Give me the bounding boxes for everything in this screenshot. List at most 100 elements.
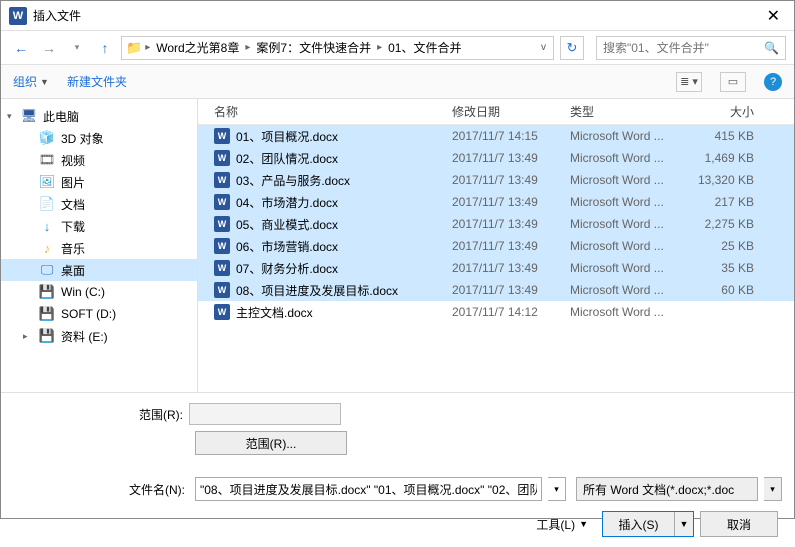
file-date: 2017/11/7 13:49 (452, 195, 570, 209)
sidebar-item-videos[interactable]: 🎞视频 (1, 149, 197, 171)
search-input[interactable] (603, 41, 764, 55)
file-row[interactable]: W主控文档.docx2017/11/7 14:12Microsoft Word … (198, 301, 794, 323)
newfolder-button[interactable]: 新建文件夹 (67, 73, 127, 90)
file-size: 2,275 KB (686, 217, 766, 231)
word-doc-icon: W (214, 282, 230, 298)
close-icon[interactable]: ✕ (761, 6, 786, 26)
sidebar-item-3d-objects[interactable]: 🧊3D 对象 (1, 127, 197, 149)
chevron-right-icon[interactable]: ▸ (244, 42, 251, 53)
filter-dropdown-icon[interactable]: ▾ (764, 477, 782, 501)
file-name: 03、产品与服务.docx (236, 172, 350, 189)
download-icon: ↓ (39, 218, 55, 234)
file-name: 08、项目进度及发展目标.docx (236, 282, 398, 299)
file-name: 04、市场潜力.docx (236, 194, 338, 211)
word-doc-icon: W (214, 216, 230, 232)
help-button[interactable]: ? (764, 73, 782, 91)
chevron-down-icon: ▼ (40, 77, 49, 87)
window-title: 插入文件 (33, 7, 761, 24)
file-name: 05、商业模式.docx (236, 216, 338, 233)
sidebar-item-drive-c[interactable]: 💾Win (C:) (1, 281, 197, 303)
file-size: 25 KB (686, 239, 766, 253)
desktop-icon: 🖵 (39, 262, 55, 278)
file-list[interactable]: W01、项目概况.docx2017/11/7 14:15Microsoft Wo… (198, 125, 794, 392)
organize-menu[interactable]: 组织▼ (13, 73, 49, 90)
refresh-button[interactable]: ↻ (560, 36, 584, 60)
column-header-type[interactable]: 类型 (570, 103, 686, 120)
preview-pane-button[interactable]: ▭ (720, 72, 746, 92)
file-type: Microsoft Word ... (570, 217, 686, 231)
sidebar-item-music[interactable]: ♪音乐 (1, 237, 197, 259)
file-row[interactable]: W 01、项目概况.docx 2017/11/7 14:15Microsoft Wo… (198, 125, 794, 147)
filename-label: 文件名(N): (13, 481, 189, 498)
column-header-size[interactable]: 大小 (686, 103, 766, 120)
address-bar[interactable]: 📁 ▸ Word之光第8章 ▸ 案例7：文件快速合并 ▸ 01、文件合并 v (121, 36, 554, 60)
file-type: Microsoft Word ... (570, 305, 686, 319)
navigation-sidebar: ▾🖥此电脑 🧊3D 对象 🎞视频 🖼图片 📄文档 ↓下载 ♪音乐 🖵桌面 💾Wi… (1, 99, 198, 392)
sidebar-item-this-pc[interactable]: ▾🖥此电脑 (1, 105, 197, 127)
column-header-name[interactable]: 名称 (198, 103, 452, 120)
file-size: 13,320 KB (686, 173, 766, 187)
toolbar-row: 组织▼ 新建文件夹 ≣ ▾ ▭ ? (1, 65, 794, 99)
range-button[interactable]: 范围(R)... (195, 431, 347, 455)
document-icon: 📄 (39, 196, 55, 212)
word-doc-icon: W (214, 260, 230, 276)
filename-dropdown-icon[interactable]: ▾ (548, 477, 566, 501)
breadcrumb-item[interactable]: Word之光第8章 (153, 37, 242, 58)
chevron-right-icon[interactable]: ▸ (376, 42, 383, 53)
sidebar-item-downloads[interactable]: ↓下载 (1, 215, 197, 237)
file-type-filter[interactable]: 所有 Word 文档(*.docx;*.doc (576, 477, 758, 501)
history-dropdown[interactable]: ▾ (65, 36, 89, 60)
word-doc-icon: W (214, 238, 230, 254)
file-row[interactable]: W03、产品与服务.docx2017/11/7 13:49Microsoft W… (198, 169, 794, 191)
insert-button-main[interactable]: 插入(S) (603, 512, 675, 536)
back-button[interactable]: ← (9, 36, 33, 60)
sidebar-item-documents[interactable]: 📄文档 (1, 193, 197, 215)
word-doc-icon: W (214, 150, 230, 166)
filename-input[interactable] (200, 482, 537, 496)
sidebar-item-drive-e[interactable]: ▸💾资料 (E:) (1, 325, 197, 347)
tools-menu[interactable]: 工具(L)▼ (528, 512, 596, 536)
range-input (189, 403, 341, 425)
3d-icon: 🧊 (39, 130, 55, 146)
file-type: Microsoft Word ... (570, 129, 686, 143)
file-size: 60 KB (686, 283, 766, 297)
search-box[interactable]: 🔍 (596, 36, 786, 60)
file-type: Microsoft Word ... (570, 195, 686, 209)
search-icon[interactable]: 🔍 (764, 41, 779, 55)
column-header-date[interactable]: 修改日期 (452, 103, 570, 120)
file-name: 01、项目概况.docx (236, 128, 338, 145)
file-name: 07、财务分析.docx (236, 260, 338, 277)
address-dropdown-icon[interactable]: v (538, 42, 549, 53)
sidebar-item-pictures[interactable]: 🖼图片 (1, 171, 197, 193)
word-doc-icon: W (214, 194, 230, 210)
chevron-right-icon[interactable]: ▸ (144, 42, 151, 53)
file-row[interactable]: W02、团队情况.docx2017/11/7 13:49Microsoft Wo… (198, 147, 794, 169)
insert-button[interactable]: 插入(S) ▼ (602, 511, 694, 537)
cancel-button[interactable]: 取消 (700, 511, 778, 537)
file-date: 2017/11/7 13:49 (452, 173, 570, 187)
file-name: 02、团队情况.docx (236, 150, 338, 167)
file-date: 2017/11/7 13:49 (452, 283, 570, 297)
file-row[interactable]: W05、商业模式.docx2017/11/7 13:49Microsoft Wo… (198, 213, 794, 235)
breadcrumb-item[interactable]: 01、文件合并 (385, 37, 464, 58)
sidebar-item-desktop[interactable]: 🖵桌面 (1, 259, 197, 281)
view-mode-button[interactable]: ≣ ▾ (676, 72, 702, 92)
filename-input-wrap[interactable] (195, 477, 542, 501)
file-date: 2017/11/7 14:12 (452, 305, 570, 319)
insert-dropdown-icon[interactable]: ▼ (675, 519, 693, 529)
word-doc-icon: W (214, 128, 230, 144)
file-type: Microsoft Word ... (570, 173, 686, 187)
expand-icon[interactable]: ▾ (7, 111, 12, 122)
file-row[interactable]: W 04、市场潜力.docx 2017/11/7 13:49Microsoft Wo… (198, 191, 794, 213)
file-date: 2017/11/7 14:15 (452, 129, 570, 143)
file-list-area: 名称 修改日期 类型 大小 W 01、项目概况.docx 2017/11/7 14:… (198, 99, 794, 392)
file-row[interactable]: W08、项目进度及发展目标.docx2017/11/7 13:49Microso… (198, 279, 794, 301)
picture-icon: 🖼 (39, 174, 55, 190)
file-row[interactable]: W06、市场营销.docx2017/11/7 13:49Microsoft Wo… (198, 235, 794, 257)
breadcrumb-item[interactable]: 案例7：文件快速合并 (253, 37, 374, 58)
sidebar-item-drive-d[interactable]: 💾SOFT (D:) (1, 303, 197, 325)
forward-button: → (37, 36, 61, 60)
up-button[interactable]: ↑ (93, 36, 117, 60)
expand-icon[interactable]: ▸ (23, 331, 28, 342)
file-row[interactable]: W07、财务分析.docx2017/11/7 13:49Microsoft Wo… (198, 257, 794, 279)
